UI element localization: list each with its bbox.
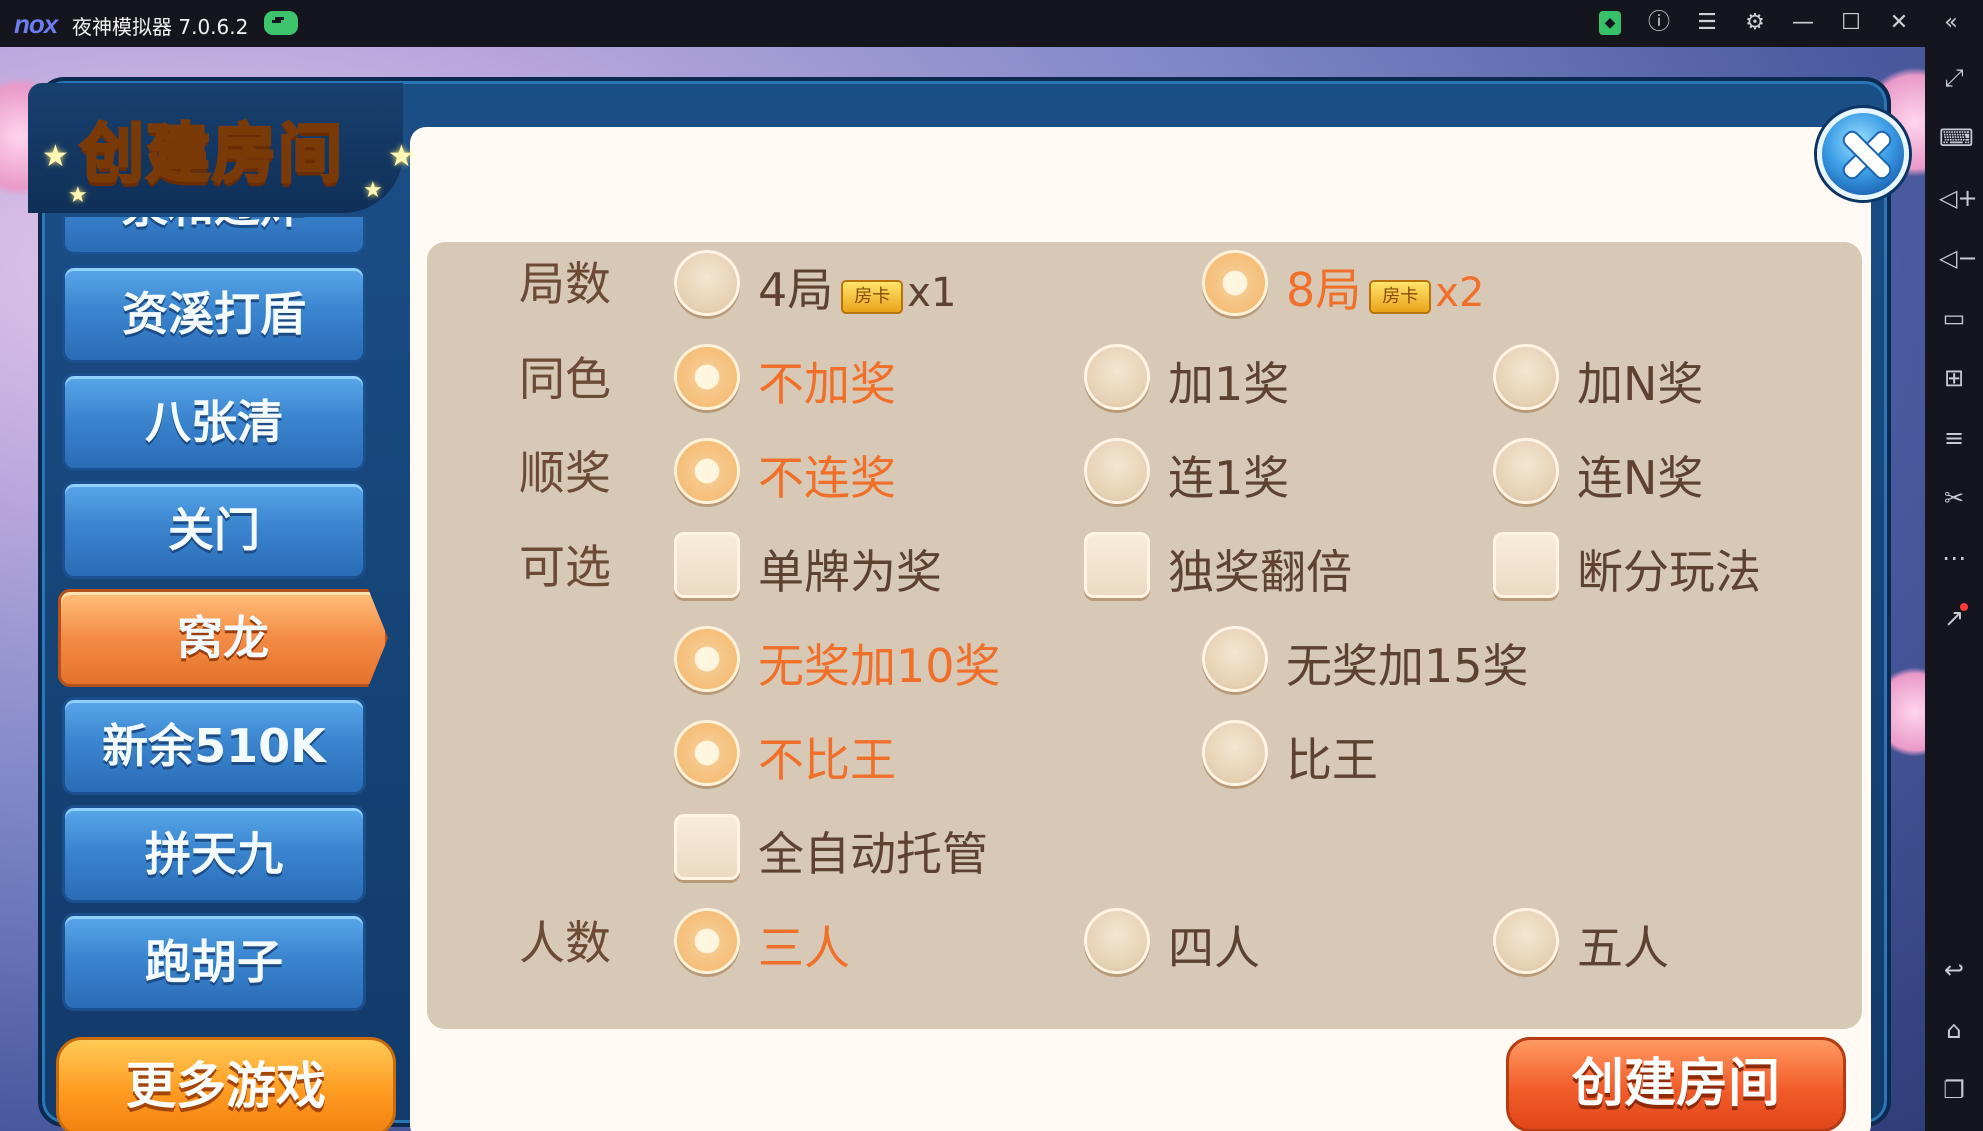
- fullscreen-icon[interactable]: ⤢: [1939, 63, 1969, 93]
- option-label: 连N奖: [1577, 451, 1704, 505]
- option-label: 加1奖: [1168, 357, 1290, 411]
- game-item[interactable]: 资溪打盾: [62, 265, 366, 363]
- option-label: 不比王: [758, 733, 896, 787]
- volume-up-icon[interactable]: ◁+: [1939, 183, 1978, 213]
- multi-instance-icon[interactable]: ≡: [1939, 423, 1969, 453]
- multiplier: x2: [1435, 270, 1485, 316]
- option-label: 无奖加10奖: [758, 639, 1001, 693]
- radio-icon[interactable]: [674, 250, 740, 316]
- radio-selected-icon[interactable]: [674, 626, 740, 692]
- star-icon: ★: [388, 139, 415, 174]
- radio-icon[interactable]: [1493, 438, 1559, 504]
- game-item[interactable]: 新余510K: [62, 697, 366, 795]
- radio-icon[interactable]: [1084, 438, 1150, 504]
- game-viewport: ★ ★ ★ ★ 创建房间 泉和过炸 资溪打盾 八张清 关门 窝龙 新余510K …: [0, 47, 1925, 1131]
- help-icon[interactable]: ⓘ: [1644, 8, 1674, 38]
- radio-selected-icon[interactable]: [674, 908, 740, 974]
- rule-options: 局数 4局 房卡 x1 8局 房卡 x2 同色 不加奖 加1奖 加N奖 顺奖 不连奖: [427, 242, 1862, 1029]
- checkbox-icon[interactable]: [674, 814, 740, 880]
- nox-logo: nox: [14, 9, 58, 39]
- window-title: 夜神模拟器 7.0.6.2: [72, 15, 249, 39]
- recent-apps-icon[interactable]: ❐: [1939, 1075, 1969, 1105]
- create-room-button[interactable]: 创建房间: [1506, 1037, 1846, 1131]
- gamepad-icon[interactable]: [264, 11, 298, 35]
- rounds-label: 局数: [519, 257, 611, 311]
- radio-icon[interactable]: [1493, 908, 1559, 974]
- checkbox-icon[interactable]: [674, 532, 740, 598]
- dialog-title-plate: ★ ★ ★ ★ 创建房间: [28, 83, 415, 233]
- more-icon[interactable]: ⋯: [1939, 543, 1969, 573]
- optional-label: 可选: [519, 540, 611, 594]
- room-card-icon: 房卡: [841, 280, 904, 314]
- game-item[interactable]: 关门: [62, 481, 366, 579]
- star-icon: ★: [363, 178, 383, 203]
- back-icon[interactable]: ↩: [1939, 955, 1969, 985]
- option-label: 连1奖: [1168, 451, 1290, 505]
- radio-icon[interactable]: [1084, 908, 1150, 974]
- dialog-title: 创建房间: [79, 117, 344, 194]
- radio-selected-icon[interactable]: [674, 438, 740, 504]
- radio-icon[interactable]: [1084, 344, 1150, 410]
- apk-install-icon[interactable]: ⊞: [1939, 363, 1969, 393]
- collapse-icon[interactable]: «: [1936, 8, 1966, 38]
- option-label: 全自动托管: [758, 827, 988, 881]
- settings-icon[interactable]: ⚙: [1740, 8, 1770, 38]
- keyboard-icon[interactable]: ⌨: [1939, 123, 1974, 153]
- notification-dot-icon: [1960, 603, 1968, 611]
- sequence-label: 顺奖: [519, 446, 611, 500]
- radio-icon[interactable]: [1202, 626, 1268, 692]
- option-label: 比王: [1286, 733, 1378, 787]
- scissors-icon[interactable]: ✂: [1939, 483, 1969, 513]
- radio-selected-icon[interactable]: [1202, 250, 1268, 316]
- dialog-close-button[interactable]: [1817, 108, 1909, 200]
- option-label: 独奖翻倍: [1168, 545, 1352, 599]
- radio-selected-icon[interactable]: [674, 344, 740, 410]
- same-color-label: 同色: [519, 352, 611, 406]
- emulator-title-bar: nox 夜神模拟器 7.0.6.2 ◆ ⓘ ☰ ⚙ — ☐ ✕ «: [0, 0, 1983, 47]
- option-label: 无奖加15奖: [1286, 639, 1529, 693]
- emulator-toolbar: ⤢ ⌨ ◁+ ◁− ▭ ⊞ ≡ ✂ ⋯ ↗ ↩ ⌂ ❐: [1925, 47, 1983, 1131]
- checkbox-icon[interactable]: [1493, 532, 1559, 598]
- multiplier: x1: [907, 270, 957, 316]
- star-icon: ★: [42, 139, 69, 174]
- option-label: 四人: [1168, 921, 1260, 975]
- game-item[interactable]: 泉和过炸: [62, 217, 366, 255]
- option-label: 五人: [1577, 921, 1669, 975]
- game-item[interactable]: 拼天九: [62, 805, 366, 903]
- game-type-list[interactable]: 泉和过炸 资溪打盾 八张清 关门 窝龙 新余510K 拼天九 跑胡子: [58, 217, 403, 1057]
- option-label: 加N奖: [1577, 357, 1704, 411]
- option-label: 三人: [758, 921, 850, 975]
- option-label: 8局: [1286, 263, 1362, 317]
- menu-icon[interactable]: ☰: [1692, 8, 1722, 38]
- checkbox-icon[interactable]: [1084, 532, 1150, 598]
- more-games-button[interactable]: 更多游戏: [56, 1037, 396, 1131]
- game-item[interactable]: 跑胡子: [62, 913, 366, 1011]
- game-item-active[interactable]: 窝龙: [58, 589, 388, 687]
- radio-selected-icon[interactable]: [674, 720, 740, 786]
- store-icon[interactable]: ◆: [1599, 11, 1621, 35]
- game-item[interactable]: 八张清: [62, 373, 366, 471]
- minimize-icon[interactable]: —: [1788, 8, 1818, 38]
- option-label: 不连奖: [758, 451, 896, 505]
- radio-icon[interactable]: [1202, 720, 1268, 786]
- volume-down-icon[interactable]: ◁−: [1939, 243, 1978, 273]
- room-card-icon: 房卡: [1369, 280, 1432, 314]
- players-label: 人数: [519, 916, 611, 970]
- radio-icon[interactable]: [1493, 344, 1559, 410]
- maximize-icon[interactable]: ☐: [1836, 8, 1866, 38]
- option-label: 4局: [758, 263, 834, 317]
- option-label: 单牌为奖: [758, 545, 942, 599]
- close-icon[interactable]: ✕: [1884, 8, 1914, 38]
- home-icon[interactable]: ⌂: [1939, 1015, 1969, 1045]
- option-label: 不加奖: [758, 357, 896, 411]
- option-label: 断分玩法: [1577, 545, 1761, 599]
- screen-icon[interactable]: ▭: [1939, 303, 1969, 333]
